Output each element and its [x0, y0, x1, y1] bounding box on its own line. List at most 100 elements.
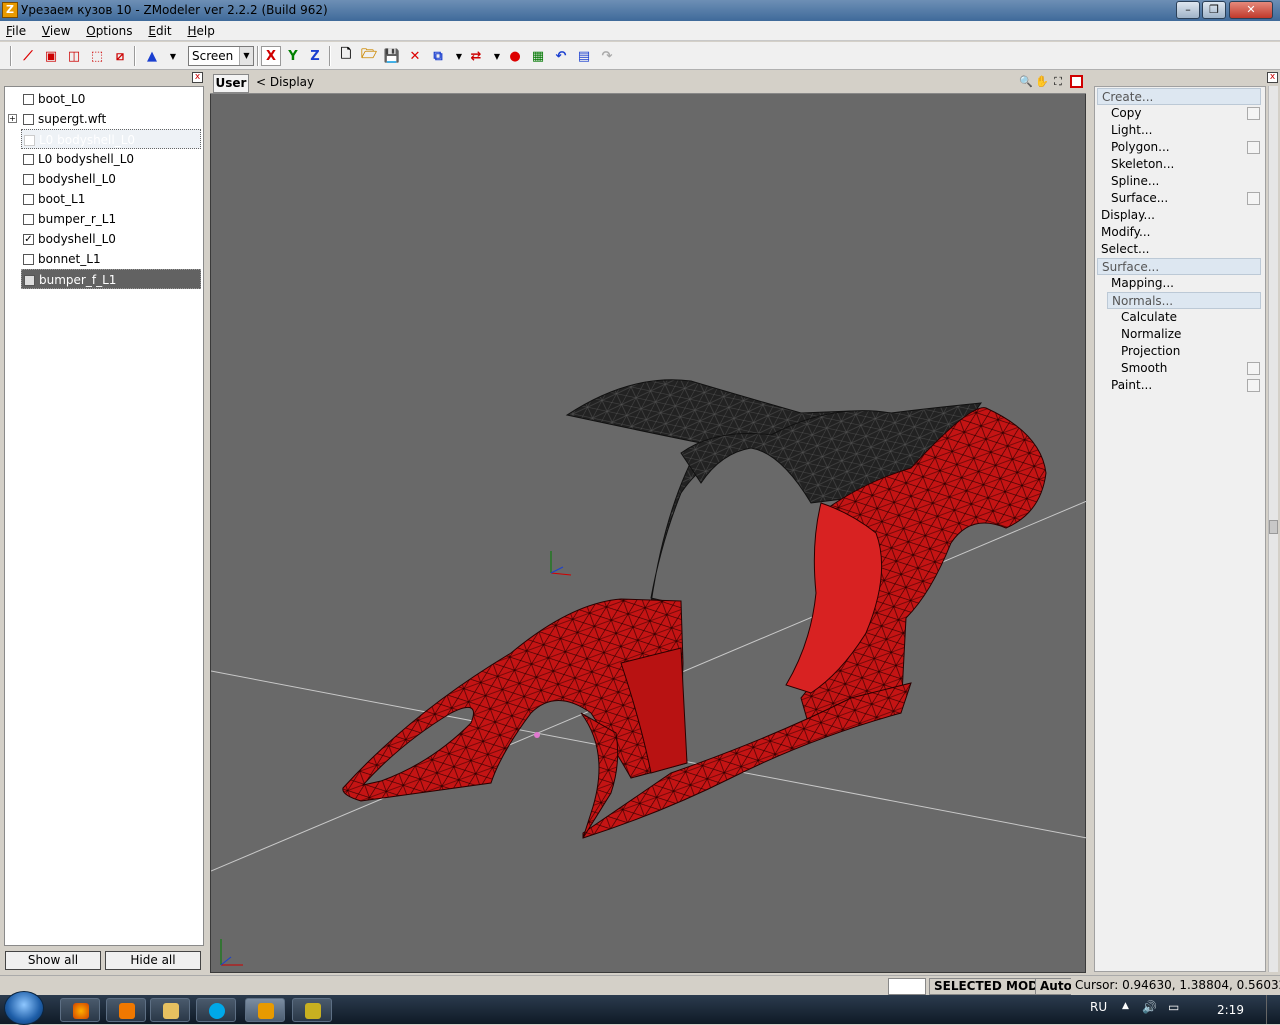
copy-option-checkbox[interactable] [1247, 107, 1260, 120]
menu-normals[interactable]: Normals... [1107, 292, 1261, 309]
menu-surface[interactable]: Surface... [1097, 258, 1261, 275]
normals-icon[interactable]: ▲ [142, 46, 162, 66]
menu-calculate[interactable]: Calculate [1121, 309, 1177, 326]
visibility-checkbox[interactable] [23, 114, 34, 125]
visibility-checkbox[interactable] [24, 135, 35, 146]
visibility-checkbox[interactable] [23, 254, 34, 265]
tree-item[interactable]: bodyshell_L0 [5, 169, 201, 189]
expand-plus-icon[interactable]: + [8, 114, 17, 123]
visibility-checkbox[interactable] [23, 94, 34, 105]
minimize-button[interactable]: – [1176, 1, 1200, 19]
export-dropdown-icon[interactable]: ▼ [487, 46, 507, 66]
close-panel-icon[interactable]: x [1267, 72, 1278, 83]
visibility-checkbox[interactable] [23, 214, 34, 225]
tree-item[interactable]: bumper_r_L1 [5, 209, 201, 229]
render-icon[interactable]: ● [505, 46, 525, 66]
show-all-button[interactable]: Show all [5, 951, 101, 970]
save-icon[interactable]: 💾 [382, 46, 402, 66]
smooth-option-checkbox[interactable] [1247, 362, 1260, 375]
hide-all-button[interactable]: Hide all [105, 951, 201, 970]
visibility-checkbox[interactable] [23, 154, 34, 165]
taskbar-app-other[interactable] [292, 998, 332, 1022]
taskbar-app-explorer[interactable] [150, 998, 190, 1022]
cube-mode-icon[interactable]: ◫ [64, 46, 84, 66]
menu-smooth[interactable]: Smooth [1121, 360, 1167, 377]
scrollbar-thumb[interactable] [1269, 520, 1278, 534]
taskbar-app-media[interactable] [106, 998, 146, 1022]
undo-icon[interactable]: ↶ [551, 46, 571, 66]
vertex-mode-icon[interactable]: ⟋ [18, 46, 38, 66]
surface-option-checkbox[interactable] [1247, 192, 1260, 205]
menu-display[interactable]: Display... [1101, 207, 1155, 224]
menu-mapping[interactable]: Mapping... [1111, 275, 1174, 292]
tree-item[interactable]: boot_L1 [5, 189, 201, 209]
material-icon[interactable]: ▦ [528, 46, 548, 66]
title-bar[interactable]: Z Урезаем кузов 10 - ZModeler ver 2.2.2 … [0, 0, 1280, 21]
viewport-canvas[interactable] [210, 73, 1088, 974]
menu-normalize[interactable]: Normalize [1121, 326, 1181, 343]
menu-skeleton[interactable]: Skeleton... [1111, 156, 1174, 173]
box-mode-icon[interactable]: ▣ [41, 46, 61, 66]
menu-copy[interactable]: Copy [1111, 105, 1141, 122]
object-tree[interactable]: boot_L0 + supergt.wft L0 bodyshell_L0 L0… [4, 86, 204, 946]
taskbar-app-skype[interactable] [196, 998, 236, 1022]
pan-hand-icon[interactable]: ✋ [1035, 75, 1049, 89]
visibility-checkbox-checked[interactable]: ✓ [23, 234, 34, 245]
3d-viewport[interactable] [210, 72, 1088, 974]
axis-x-toggle[interactable]: X [261, 46, 281, 66]
viewport-breadcrumb[interactable]: < Display [256, 75, 314, 89]
zoom-icon[interactable]: 🔍 [1019, 75, 1033, 89]
tree-item[interactable]: ✓ bodyshell_L0 [5, 229, 201, 249]
tree-item[interactable]: boot_L0 [5, 89, 201, 109]
menu-light[interactable]: Light... [1111, 122, 1152, 139]
menu-spline[interactable]: Spline... [1111, 173, 1159, 190]
menu-help[interactable]: Help [181, 21, 220, 38]
clock[interactable]: 2:19 [1217, 1003, 1244, 1017]
polygon-option-checkbox[interactable] [1247, 141, 1260, 154]
taskbar-app-firefox[interactable] [60, 998, 100, 1022]
tree-item[interactable]: + supergt.wft [5, 109, 201, 129]
command-tree[interactable]: Create... Copy Light... Polygon... Skele… [1094, 86, 1266, 972]
close-panel-icon[interactable]: x [192, 72, 203, 83]
menu-file[interactable]: File [0, 21, 32, 38]
menu-modify[interactable]: Modify... [1101, 224, 1151, 241]
menu-options[interactable]: Options [80, 21, 138, 38]
axis-z-toggle[interactable]: Z [305, 46, 325, 66]
menu-create-surface[interactable]: Surface... [1111, 190, 1168, 207]
import-icon[interactable]: ⧉ [428, 46, 448, 66]
coordinate-system-select[interactable]: Screen ▼ [188, 46, 254, 66]
restore-button[interactable]: ❐ [1202, 1, 1226, 19]
visibility-checkbox[interactable] [24, 275, 35, 286]
menu-view[interactable]: View [36, 21, 76, 38]
menu-create[interactable]: Create... [1097, 88, 1261, 105]
taskbar-app-zmodeler[interactable] [245, 998, 285, 1022]
visibility-checkbox[interactable] [23, 174, 34, 185]
all-mode-icon[interactable]: ⧄ [110, 46, 130, 66]
view-name-label[interactable]: User [213, 74, 249, 93]
close-button[interactable]: ✕ [1229, 1, 1273, 19]
menu-select[interactable]: Select... [1101, 241, 1149, 258]
language-indicator[interactable]: RU [1090, 1000, 1107, 1014]
tree-item-selected[interactable]: bumper_f_L1 [21, 269, 201, 289]
new-file-icon[interactable]: 🗋 [336, 46, 356, 66]
fit-view-icon[interactable]: ⛶ [1051, 75, 1065, 89]
maximize-viewport-icon[interactable] [1070, 75, 1083, 88]
network-icon[interactable]: ▭ [1168, 1000, 1179, 1014]
tree-item[interactable]: L0 bodyshell_L0 [5, 149, 201, 169]
chevron-down-icon[interactable]: ▼ [239, 47, 253, 65]
delete-icon[interactable]: ✕ [405, 46, 425, 66]
zmodeler-app-icon[interactable]: Z [2, 2, 18, 18]
axis-y-toggle[interactable]: Y [283, 46, 303, 66]
object-mode-icon[interactable]: ⬚ [87, 46, 107, 66]
menu-paint[interactable]: Paint... [1111, 377, 1152, 394]
normals-dropdown-icon[interactable]: ▼ [163, 46, 183, 66]
history-icon[interactable]: ▤ [574, 46, 594, 66]
paint-option-checkbox[interactable] [1247, 379, 1260, 392]
volume-icon[interactable]: 🔊 [1142, 1000, 1157, 1014]
selection-mode-indicator[interactable]: SELECTED MODE [929, 978, 1052, 995]
tree-item-selected[interactable]: L0 bodyshell_L0 [21, 129, 201, 149]
tree-item[interactable]: bonnet_L1 [5, 249, 201, 269]
redo-icon[interactable]: ↷ [597, 46, 617, 66]
panel-scrollbar[interactable] [1268, 86, 1278, 972]
export-icon[interactable]: ⇄ [466, 46, 486, 66]
